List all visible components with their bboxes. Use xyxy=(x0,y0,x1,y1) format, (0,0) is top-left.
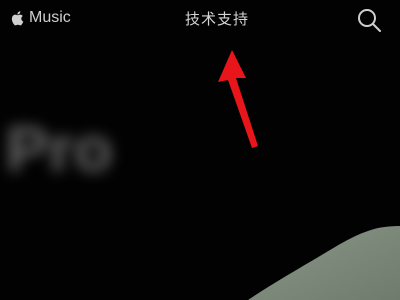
device-image xyxy=(248,226,400,300)
screen: Music 技术支持 Pro xyxy=(0,0,400,300)
